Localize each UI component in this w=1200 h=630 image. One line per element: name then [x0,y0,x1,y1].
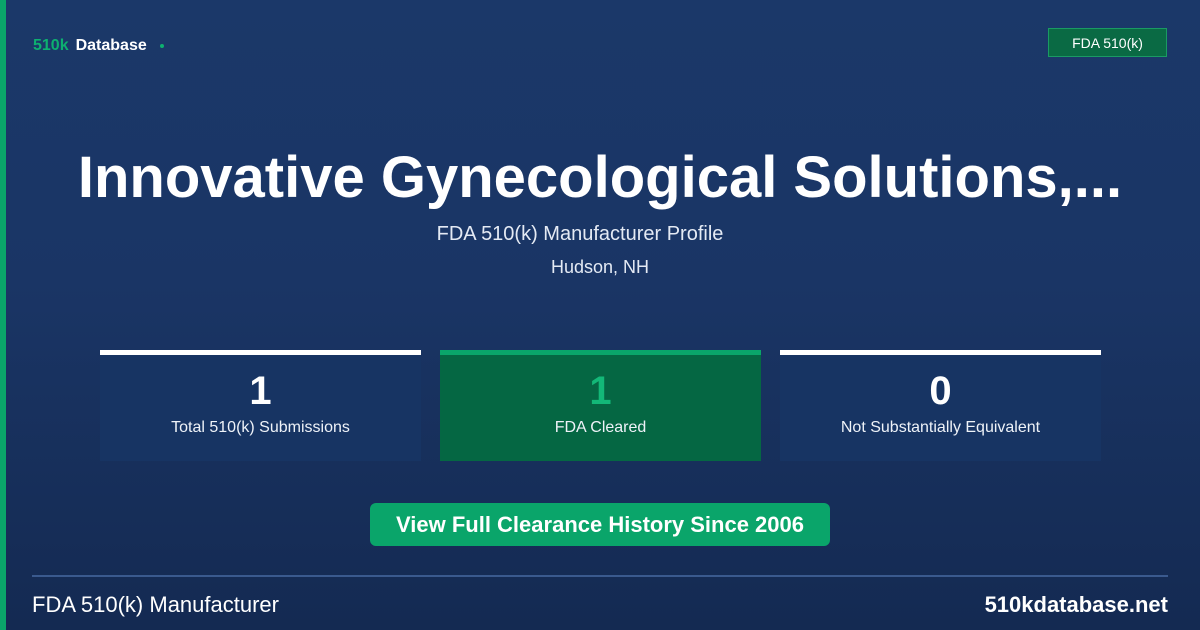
footer-site-link[interactable]: 510kdatabase.net [985,592,1168,618]
brand-primary: 510k [33,37,69,54]
stat-label: FDA Cleared [554,419,647,436]
profile-subtitle: FDA 510(k) Manufacturer Profile [436,223,724,245]
stat-card-total-submissions: 1 Total 510(k) Submissions [100,350,421,461]
stat-card-not-substantially-equivalent: 0 Not Substantially Equivalent [780,350,1101,461]
view-clearance-history-button[interactable]: View Full Clearance History Since 2006 [370,503,830,546]
footer-divider [32,575,1168,577]
stat-value: 1 [249,369,272,413]
manufacturer-location: Hudson, NH [550,257,650,277]
stat-value: 1 [589,369,612,413]
manufacturer-name: Innovative Gynecological Solutions,... [77,145,1123,210]
left-accent-bar [0,0,6,630]
footer-caption: FDA 510(k) Manufacturer [32,592,279,617]
stat-value: 0 [929,369,952,413]
stat-label: Not Substantially Equivalent [840,419,1041,436]
stat-card-fda-cleared: 1 FDA Cleared [440,350,761,461]
brand-logo[interactable]: 510k Database [33,37,164,55]
fda-510k-badge: FDA 510(k) [1048,28,1167,57]
brand-dot-icon [159,44,164,48]
stat-label: Total 510(k) Submissions [171,419,350,436]
brand-secondary: Database [75,37,147,54]
